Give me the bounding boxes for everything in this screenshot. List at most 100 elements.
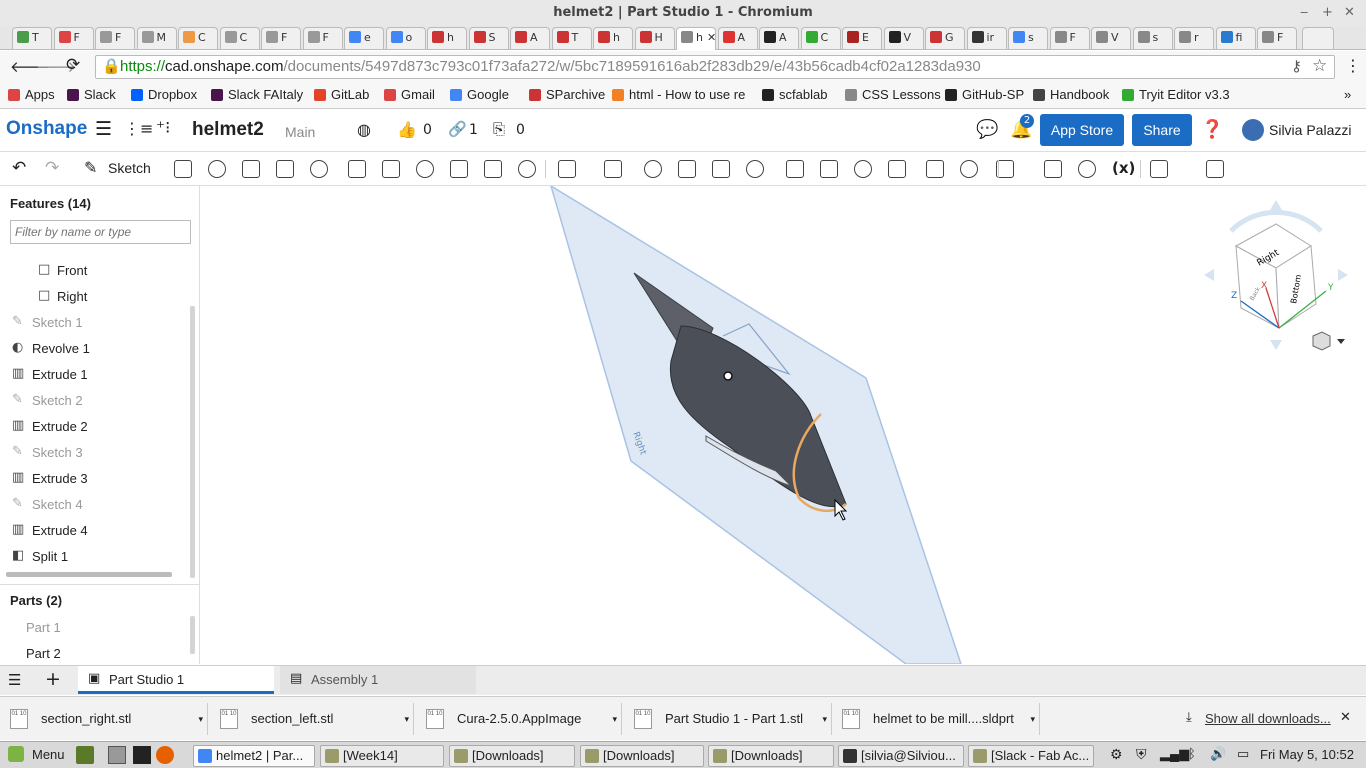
bookmark-item[interactable]: Dropbox — [131, 87, 197, 102]
menu-button[interactable]: Menu — [32, 747, 65, 762]
browser-tab[interactable]: s — [1132, 27, 1173, 49]
like-icon[interactable]: 👍 — [397, 120, 417, 139]
bookmark-item[interactable]: Slack — [67, 87, 116, 102]
key-icon[interactable]: ⚷ — [1291, 56, 1302, 78]
tab-manager-icon[interactable]: ☰ — [8, 671, 21, 689]
undo-icon[interactable]: ↶ — [12, 158, 26, 178]
browser-tab[interactable]: F — [53, 27, 94, 49]
feature-item[interactable]: ✎ Sketch 3 — [0, 442, 188, 464]
feature-tool-icon[interactable] — [1206, 160, 1224, 178]
feature-tool-icon[interactable] — [888, 160, 906, 178]
bookmark-item[interactable]: Gmail — [384, 87, 435, 102]
browser-tab[interactable]: V — [1091, 27, 1131, 49]
close-shelf-icon[interactable]: ✕ — [1340, 710, 1351, 725]
feature-item[interactable]: □ Front — [0, 260, 188, 282]
feature-tool-icon[interactable] — [786, 160, 804, 178]
redo-icon[interactable]: ↷ — [45, 158, 59, 178]
comment-icon[interactable]: 💬 — [976, 119, 998, 140]
bookmark-item[interactable]: CSS Lessons — [845, 87, 941, 102]
browser-tab[interactable]: H — [634, 27, 675, 49]
bluetooth-icon[interactable]: ᛒ — [1188, 746, 1196, 761]
feature-item[interactable]: ✎ Sketch 2 — [0, 390, 188, 412]
browser-tab[interactable]: E — [842, 27, 882, 49]
files-icon[interactable] — [108, 746, 126, 764]
download-item[interactable]: 01 10 section_left.stl ▾ — [214, 703, 414, 735]
feature-tool-icon[interactable] — [242, 160, 260, 178]
horizontal-scrollbar[interactable] — [6, 572, 172, 577]
part-item[interactable]: Part 1 — [26, 620, 61, 635]
browser-tab[interactable]: F — [1257, 27, 1297, 49]
part-item[interactable]: Part 2 — [26, 646, 61, 661]
browser-tab[interactable]: h ✕ — [676, 27, 716, 50]
feature-item[interactable]: ◐ Revolve 1 — [0, 338, 188, 360]
download-item[interactable]: 01 10 Cura-2.5.0.AppImage ▾ — [420, 703, 622, 735]
browser-tab[interactable]: T — [551, 27, 592, 49]
browser-tab[interactable]: C — [800, 27, 841, 49]
feature-tool-icon[interactable] — [416, 160, 434, 178]
taskbar-window[interactable]: [silvia@Silviou... — [838, 745, 964, 767]
globe-icon[interactable]: ◍ — [357, 120, 371, 139]
add-tab-icon[interactable]: + — [45, 668, 61, 690]
bookmark-item[interactable]: GitHub-SP — [945, 87, 1024, 102]
view-mode-icon[interactable] — [1312, 331, 1345, 351]
feature-tool-icon[interactable] — [276, 160, 294, 178]
browser-tab[interactable]: M — [136, 27, 177, 49]
download-item[interactable]: 01 10 helmet to be mill....sldprt ▾ — [836, 703, 1040, 735]
feature-tool-icon[interactable] — [518, 160, 536, 178]
vertical-scrollbar[interactable] — [190, 306, 195, 578]
feature-tool-icon[interactable] — [558, 160, 576, 178]
download-menu-icon[interactable]: ▾ — [198, 703, 203, 735]
browser-tab[interactable]: A — [759, 27, 799, 49]
user-name[interactable]: Silvia Palazzi — [1269, 122, 1351, 138]
feature-tool-icon[interactable] — [450, 160, 468, 178]
clock[interactable]: Fri May 5, 10:52 — [1260, 747, 1354, 762]
new-tab-button[interactable] — [1302, 27, 1334, 49]
show-all-downloads-link[interactable]: Show all downloads... — [1205, 711, 1331, 726]
feature-tool-icon[interactable] — [208, 160, 226, 178]
parts-scrollbar[interactable] — [190, 616, 195, 654]
tab-part-studio[interactable]: ▣ Part Studio 1 — [78, 666, 274, 694]
feature-list-icon[interactable]: ⋮≡ — [124, 119, 153, 138]
desktop-icon[interactable] — [76, 746, 94, 764]
avatar[interactable] — [1242, 119, 1264, 141]
feature-tool-icon[interactable] — [712, 160, 730, 178]
bookmark-item[interactable]: Tryit Editor v3.3 — [1122, 87, 1230, 102]
bookmark-item[interactable]: Slack FAItaly — [211, 87, 303, 102]
bookmark-item[interactable]: GitLab — [314, 87, 369, 102]
maximize-icon[interactable]: + — [1322, 0, 1333, 26]
taskbar-window[interactable]: helmet2 | Par... — [193, 745, 315, 767]
browser-tab[interactable]: G — [925, 27, 965, 49]
branch-name[interactable]: Main — [285, 124, 315, 140]
browser-tab[interactable]: s — [1008, 27, 1048, 49]
settings-icon[interactable]: ⚙ — [1110, 746, 1123, 763]
feature-item[interactable]: ✎ Sketch 4 — [0, 494, 188, 516]
browser-tab[interactable]: F — [1049, 27, 1090, 49]
download-menu-icon[interactable]: ▾ — [822, 703, 827, 735]
feature-tool-icon[interactable] — [348, 160, 366, 178]
browser-tab[interactable]: F — [261, 27, 301, 49]
link-icon[interactable]: 🔗 — [448, 120, 467, 138]
download-menu-icon[interactable]: ▾ — [404, 703, 409, 735]
browser-tab[interactable]: o — [385, 27, 426, 49]
insert-icon[interactable]: ⁺⁝ — [156, 118, 170, 138]
taskbar-window[interactable]: [Week14] — [320, 745, 444, 767]
feature-tool-icon[interactable] — [926, 160, 944, 178]
feature-tool-icon[interactable] — [174, 160, 192, 178]
browser-tab[interactable]: V — [883, 27, 924, 49]
tab-assembly[interactable]: ▤ Assembly 1 — [280, 666, 476, 694]
download-menu-icon[interactable]: ▾ — [1030, 703, 1035, 735]
share-button[interactable]: Share — [1132, 114, 1192, 146]
document-name[interactable]: helmet2 — [192, 119, 264, 141]
browser-tab[interactable]: r — [1174, 27, 1214, 49]
bookmark-item[interactable]: Google — [450, 87, 509, 102]
volume-icon[interactable]: 🔊 — [1210, 746, 1226, 762]
browser-tab[interactable]: A — [717, 27, 758, 49]
browser-tab[interactable]: C — [178, 27, 218, 49]
more-bookmarks-icon[interactable]: » — [1344, 87, 1351, 102]
bookmark-item[interactable]: Apps — [8, 87, 55, 102]
download-item[interactable]: 01 10 Part Studio 1 - Part 1.stl ▾ — [628, 703, 832, 735]
address-input[interactable]: 🔒 https://cad.onshape.com/documents/5497d… — [95, 55, 1335, 79]
download-item[interactable]: 01 10 section_right.stl ▾ — [4, 703, 208, 735]
variable-icon[interactable]: (x) — [1112, 159, 1135, 177]
feature-tool-icon[interactable] — [678, 160, 696, 178]
